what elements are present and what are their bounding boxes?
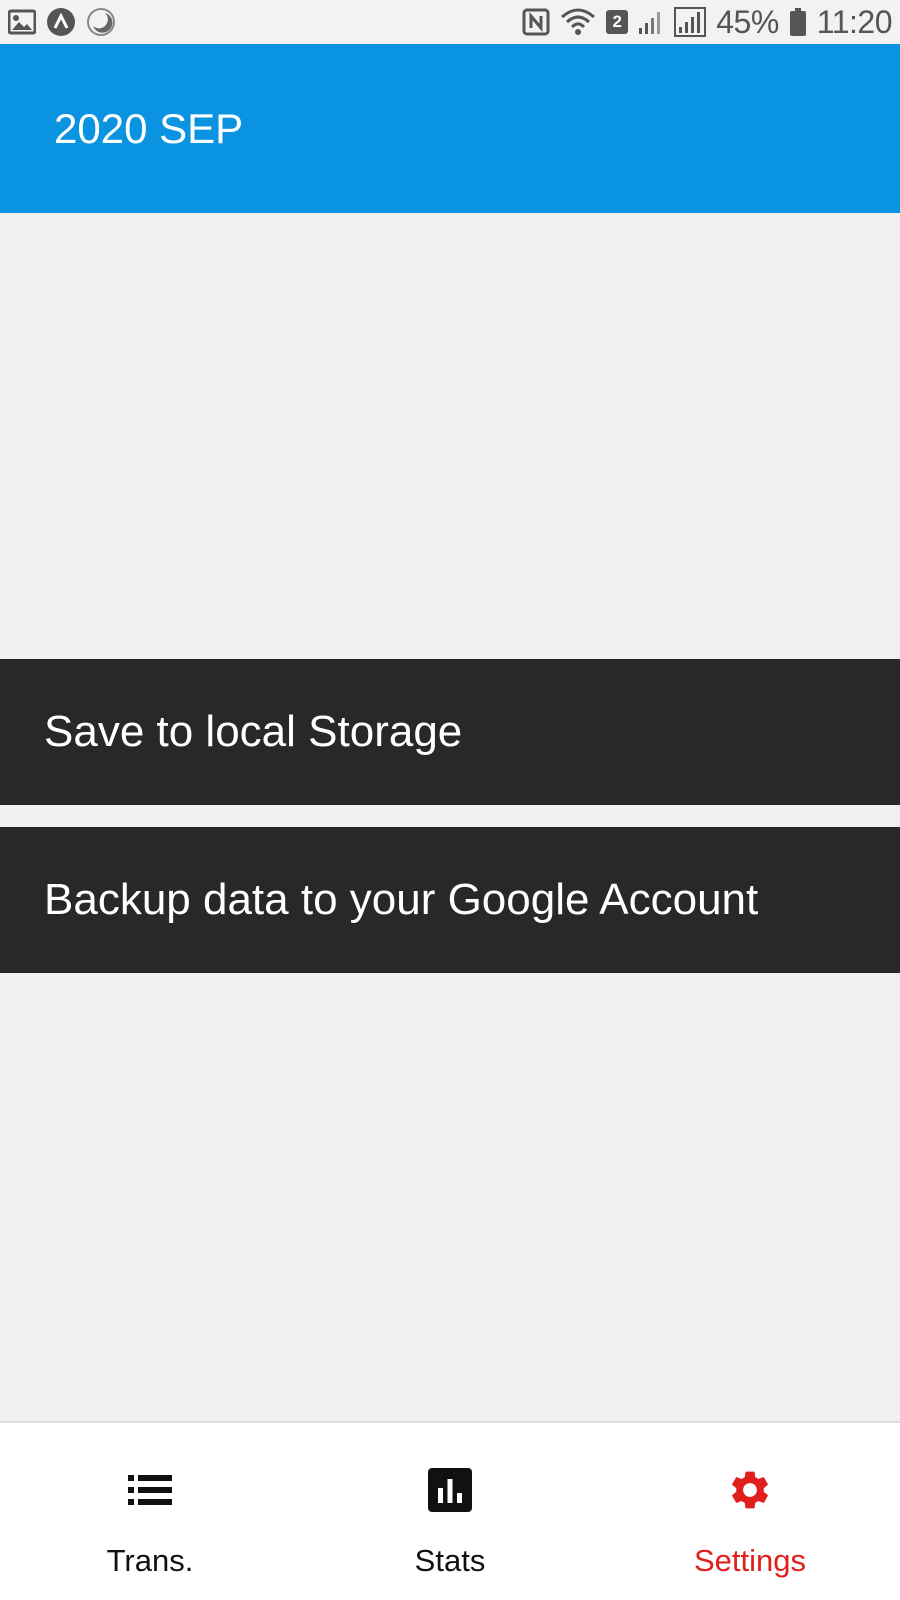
page-title: 2020 SEP	[54, 104, 244, 152]
bottom-navigation: Trans. Stats Settings	[0, 1421, 900, 1600]
image-icon	[8, 9, 36, 35]
status-right: 2 45% 11:20	[522, 3, 893, 41]
signal-icon	[674, 7, 707, 37]
battery-percent: 45%	[716, 3, 779, 40]
nav-label-settings: Settings	[693, 1543, 806, 1578]
wifi-icon	[560, 7, 596, 37]
clock: 11:20	[816, 3, 893, 40]
bar-chart-icon	[427, 1467, 473, 1513]
gear-icon	[727, 1467, 773, 1513]
signal-icon	[638, 8, 664, 36]
battery-icon	[789, 7, 807, 37]
nfc-icon	[522, 8, 550, 36]
save-local-storage-button[interactable]: Save to local Storage	[0, 659, 900, 805]
sim2-icon: 2	[606, 10, 629, 34]
status-bar: 2 45% 11:20	[0, 0, 900, 44]
settings-content: Save to local Storage Backup data to you…	[0, 213, 900, 1421]
app-badge-icon	[46, 7, 76, 37]
backup-google-account-button[interactable]: Backup data to your Google Account	[0, 827, 900, 973]
app-bar: 2020 SEP	[0, 44, 900, 213]
nav-item-settings[interactable]: Settings	[600, 1423, 900, 1600]
nav-item-stats[interactable]: Stats	[300, 1423, 600, 1600]
night-mode-icon	[86, 7, 116, 37]
nav-label-stats: Stats	[414, 1543, 486, 1578]
list-icon	[127, 1467, 173, 1513]
backup-google-account-label: Backup data to your Google Account	[44, 875, 759, 924]
status-left	[8, 7, 116, 37]
save-local-storage-label: Save to local Storage	[44, 707, 463, 756]
nav-item-trans[interactable]: Trans.	[0, 1423, 300, 1600]
nav-label-trans: Trans.	[106, 1543, 194, 1578]
